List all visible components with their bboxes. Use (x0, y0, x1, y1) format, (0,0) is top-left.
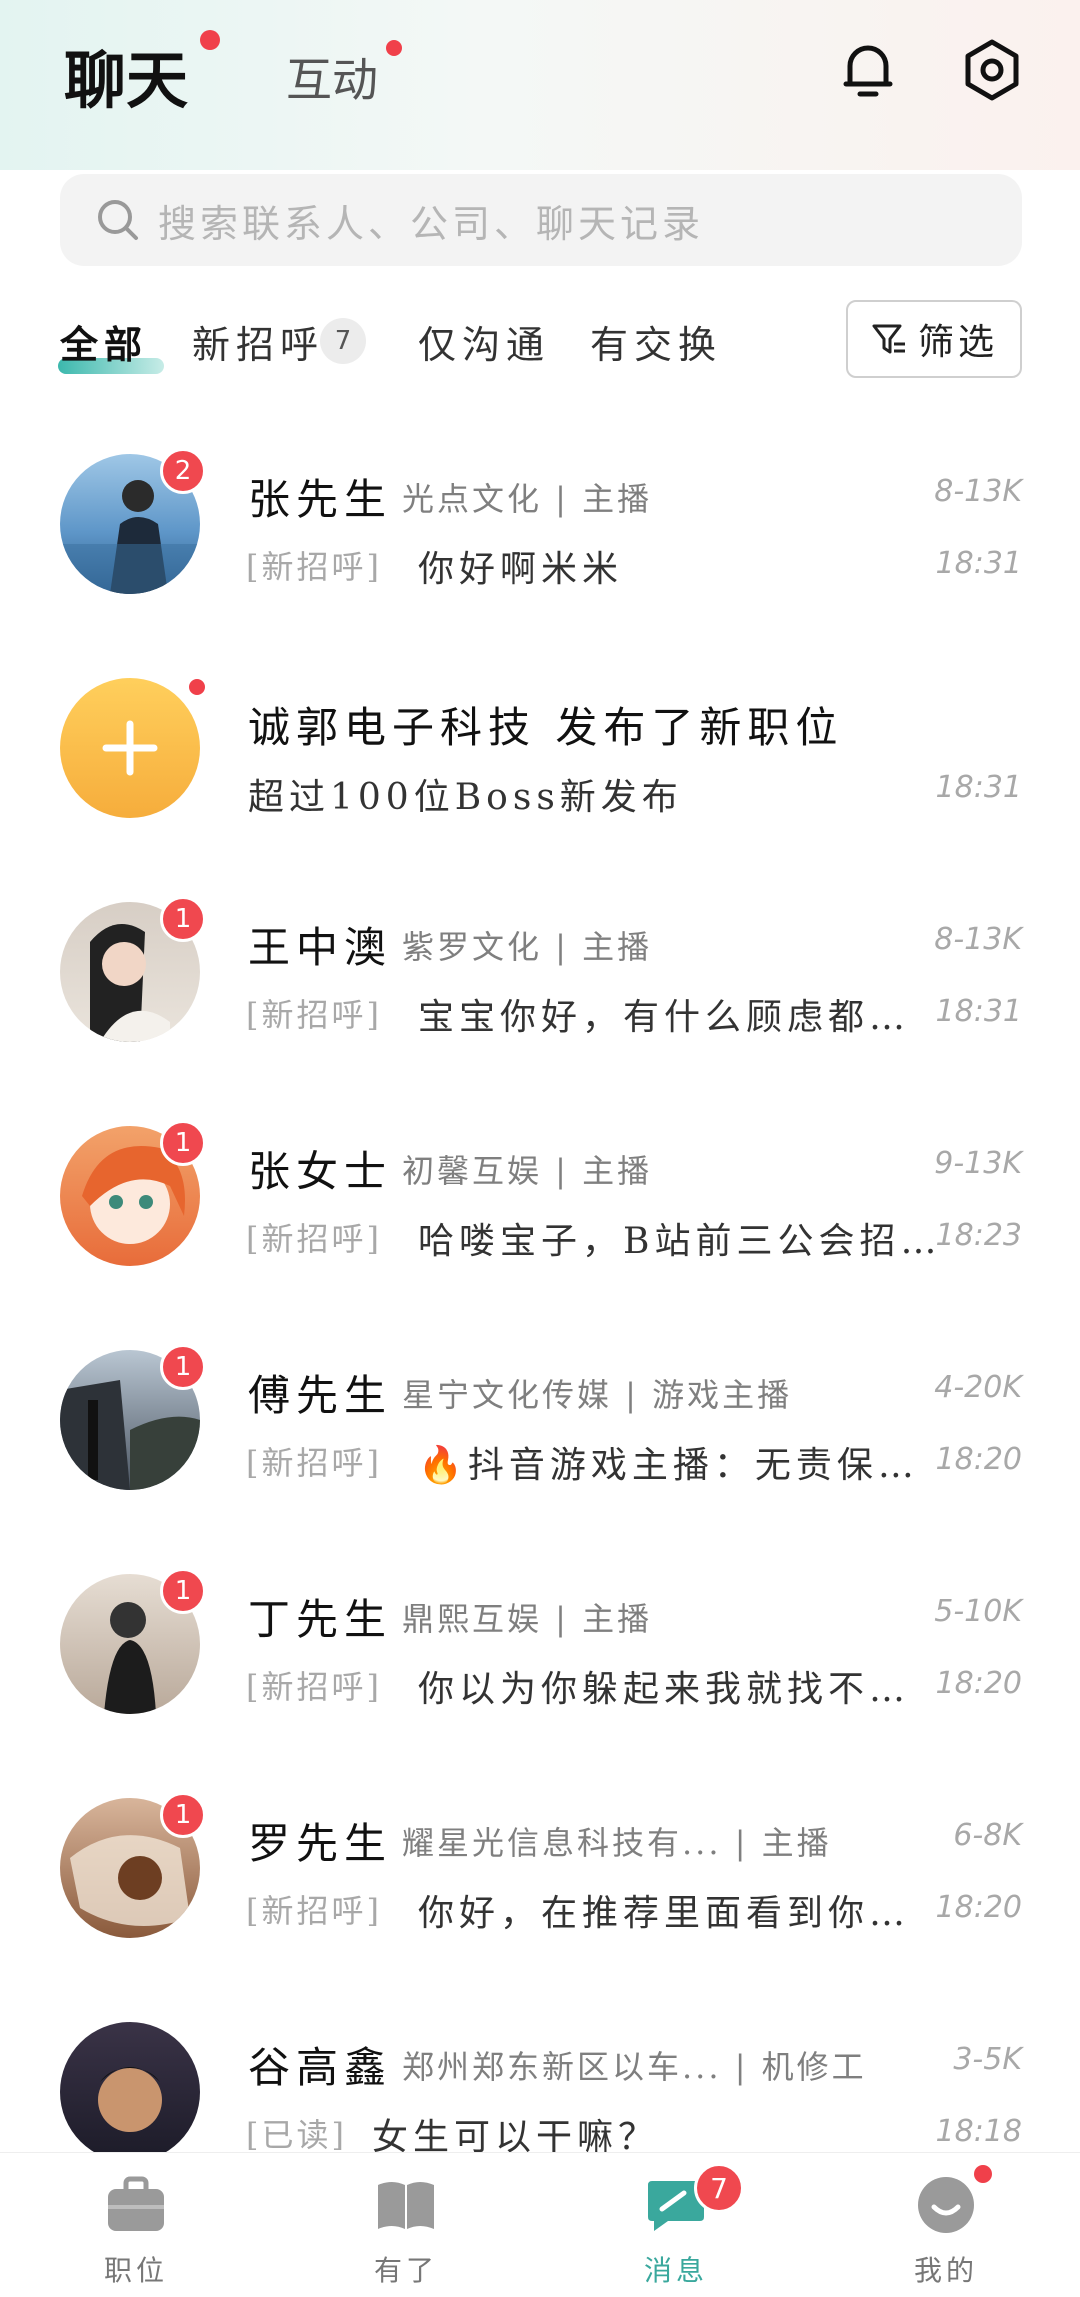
nav-youle[interactable]: 有了 (306, 2153, 506, 2297)
tab-chat[interactable]: 聊天 (64, 30, 188, 120)
new-greet-count-badge: 7 (320, 318, 366, 364)
nav-mine[interactable]: 我的 (846, 2153, 1046, 2297)
nav-jobs-label: 职位 (103, 2254, 168, 2287)
salary: 6-8K (953, 1818, 1022, 1853)
chat-row[interactable]: 谷高鑫 郑州郑东新区以车... | 机修工 3-5K [已读] 女生可以干嘛？ … (0, 1988, 1080, 2152)
tab-all[interactable]: 全部 (60, 314, 148, 369)
unread-badge: 1 (160, 1120, 206, 1166)
notice-title: 诚郭电子科技 发布了新职位 (248, 703, 844, 752)
nav-messages[interactable]: 7 消息 (576, 2153, 776, 2297)
message-preview: 你好啊米米 (418, 549, 624, 590)
salary: 8-13K (934, 474, 1022, 509)
search-icon (98, 200, 138, 240)
unread-badge: 1 (160, 1792, 206, 1838)
message-time: 18:31 (935, 770, 1022, 805)
message-time: 18:18 (935, 2114, 1022, 2149)
header: 聊天 互动 (0, 0, 1080, 150)
company-position: 郑州郑东新区以车... | 机修工 (402, 2048, 867, 2086)
unread-badge: 2 (160, 448, 206, 494)
contact-name: 丁先生 (248, 1595, 393, 1644)
contact-name: 张先生 (248, 475, 393, 524)
plus-icon (102, 720, 158, 776)
chat-row-job-notice[interactable]: 诚郭电子科技 发布了新职位 超过100位Boss新发布 18:31 (0, 644, 1080, 868)
message-time: 18:20 (935, 1666, 1022, 1701)
message-preview: 你好，在推荐里面看到你的 ... (418, 1893, 938, 1934)
tab-interact-dot (386, 40, 402, 56)
message-preview: 🔥抖音游戏主播：无责保 ... (418, 1445, 918, 1486)
nav-jobs[interactable]: 职位 (36, 2153, 236, 2297)
message-preview: 哈喽宝子，B站前三公会招 ... (418, 1221, 938, 1262)
filter-icon (872, 324, 905, 354)
unread-badge: 1 (160, 1568, 206, 1614)
nav-youle-label: 有了 (373, 2254, 438, 2287)
company-position: 初馨互娱 | 主播 (402, 1152, 653, 1190)
notice-dot (186, 676, 208, 698)
company-position: 光点文化 | 主播 (402, 480, 653, 518)
message-tag: [新招呼] (246, 1668, 382, 1706)
mine-dot (974, 2165, 992, 2183)
notice-subtitle: 超过100位Boss新发布 (248, 777, 683, 818)
message-tag: [已读] (246, 2116, 347, 2152)
chat-row[interactable]: 1 罗先生 耀星光信息科技有... | 主播 6-8K [新招呼] 你好，在推荐… (0, 1764, 1080, 1988)
message-time: 18:20 (935, 1890, 1022, 1925)
nav-mine-label: 我的 (913, 2254, 978, 2287)
avatar (60, 678, 200, 818)
salary: 8-13K (934, 922, 1022, 957)
company-position: 星宁文化传媒 | 游戏主播 (402, 1376, 793, 1414)
company-position: 紫罗文化 | 主播 (402, 928, 653, 966)
message-preview: 你以为你躲起来我就找不到 ... (418, 1669, 938, 1710)
contact-name: 王中澳 (248, 923, 393, 972)
filter-label: 筛选 (917, 322, 998, 363)
chat-row[interactable]: 1 傅先生 星宁文化传媒 | 游戏主播 4-20K [新招呼] 🔥抖音游戏主播：… (0, 1316, 1080, 1540)
briefcase-icon (108, 2176, 164, 2231)
message-time: 18:23 (935, 1218, 1022, 1253)
message-preview: 宝宝你好，有什么顾虑都可 ... (418, 997, 938, 1038)
message-preview: 女生可以干嘛？ (372, 2117, 660, 2152)
filter-button[interactable]: 筛选 (846, 300, 1022, 378)
tab-exchanged[interactable]: 有交换 (590, 314, 722, 369)
contact-name: 张女士 (248, 1147, 393, 1196)
filter-tabs: 全部 新招呼 7 仅沟通 有交换 筛选 (0, 300, 1080, 380)
salary: 5-10K (934, 1594, 1022, 1629)
search-bar[interactable]: 搜索联系人、公司、聊天记录 (60, 174, 1022, 266)
message-tag: [新招呼] (246, 996, 382, 1034)
tab-new-greet[interactable]: 新招呼 (192, 314, 324, 369)
message-time: 18:31 (935, 994, 1022, 1029)
chat-row[interactable]: 1 丁先生 鼎熙互娱 | 主播 5-10K [新招呼] 你以为你躲起来我就找不到… (0, 1540, 1080, 1764)
tab-chat-dot (200, 30, 220, 50)
message-tag: [新招呼] (246, 1892, 382, 1930)
message-tag: [新招呼] (246, 1444, 382, 1482)
unread-badge: 1 (160, 896, 206, 942)
messages-badge: 7 (694, 2163, 744, 2213)
message-time: 18:31 (935, 546, 1022, 581)
bell-icon[interactable] (836, 38, 900, 102)
contact-name: 谷高鑫 (248, 2043, 393, 2092)
salary: 4-20K (934, 1370, 1022, 1405)
tab-interact[interactable]: 互动 (286, 44, 378, 110)
chat-row[interactable]: 1 王中澳 紫罗文化 | 主播 8-13K [新招呼] 宝宝你好，有什么顾虑都可… (0, 868, 1080, 1092)
settings-icon[interactable] (960, 38, 1024, 102)
chat-row[interactable]: 1 张女士 初馨互娱 | 主播 9-13K [新招呼] 哈喽宝子，B站前三公会招… (0, 1092, 1080, 1316)
contact-name: 罗先生 (248, 1819, 393, 1868)
book-icon (378, 2182, 434, 2229)
avatar (60, 2022, 200, 2152)
message-time: 18:20 (935, 1442, 1022, 1477)
search-placeholder: 搜索联系人、公司、聊天记录 (158, 201, 705, 246)
contact-name: 傅先生 (248, 1371, 393, 1420)
company-position: 鼎熙互娱 | 主播 (402, 1600, 653, 1638)
salary: 3-5K (953, 2042, 1022, 2077)
nav-messages-label: 消息 (643, 2254, 708, 2287)
company-position: 耀星光信息科技有... | 主播 (402, 1824, 832, 1862)
message-tag: [新招呼] (246, 1220, 382, 1258)
bottom-nav: 职位 有了 7 消息 我的 (0, 2152, 1080, 2297)
tab-only-chat[interactable]: 仅沟通 (418, 314, 550, 369)
unread-badge: 1 (160, 1344, 206, 1390)
salary: 9-13K (934, 1146, 1022, 1181)
chat-row[interactable]: 2 张先生 光点文化 | 主播 8-13K [新招呼] 你好啊米米 18:31 (0, 420, 1080, 644)
profile-icon (918, 2177, 974, 2233)
message-tag: [新招呼] (246, 548, 382, 586)
